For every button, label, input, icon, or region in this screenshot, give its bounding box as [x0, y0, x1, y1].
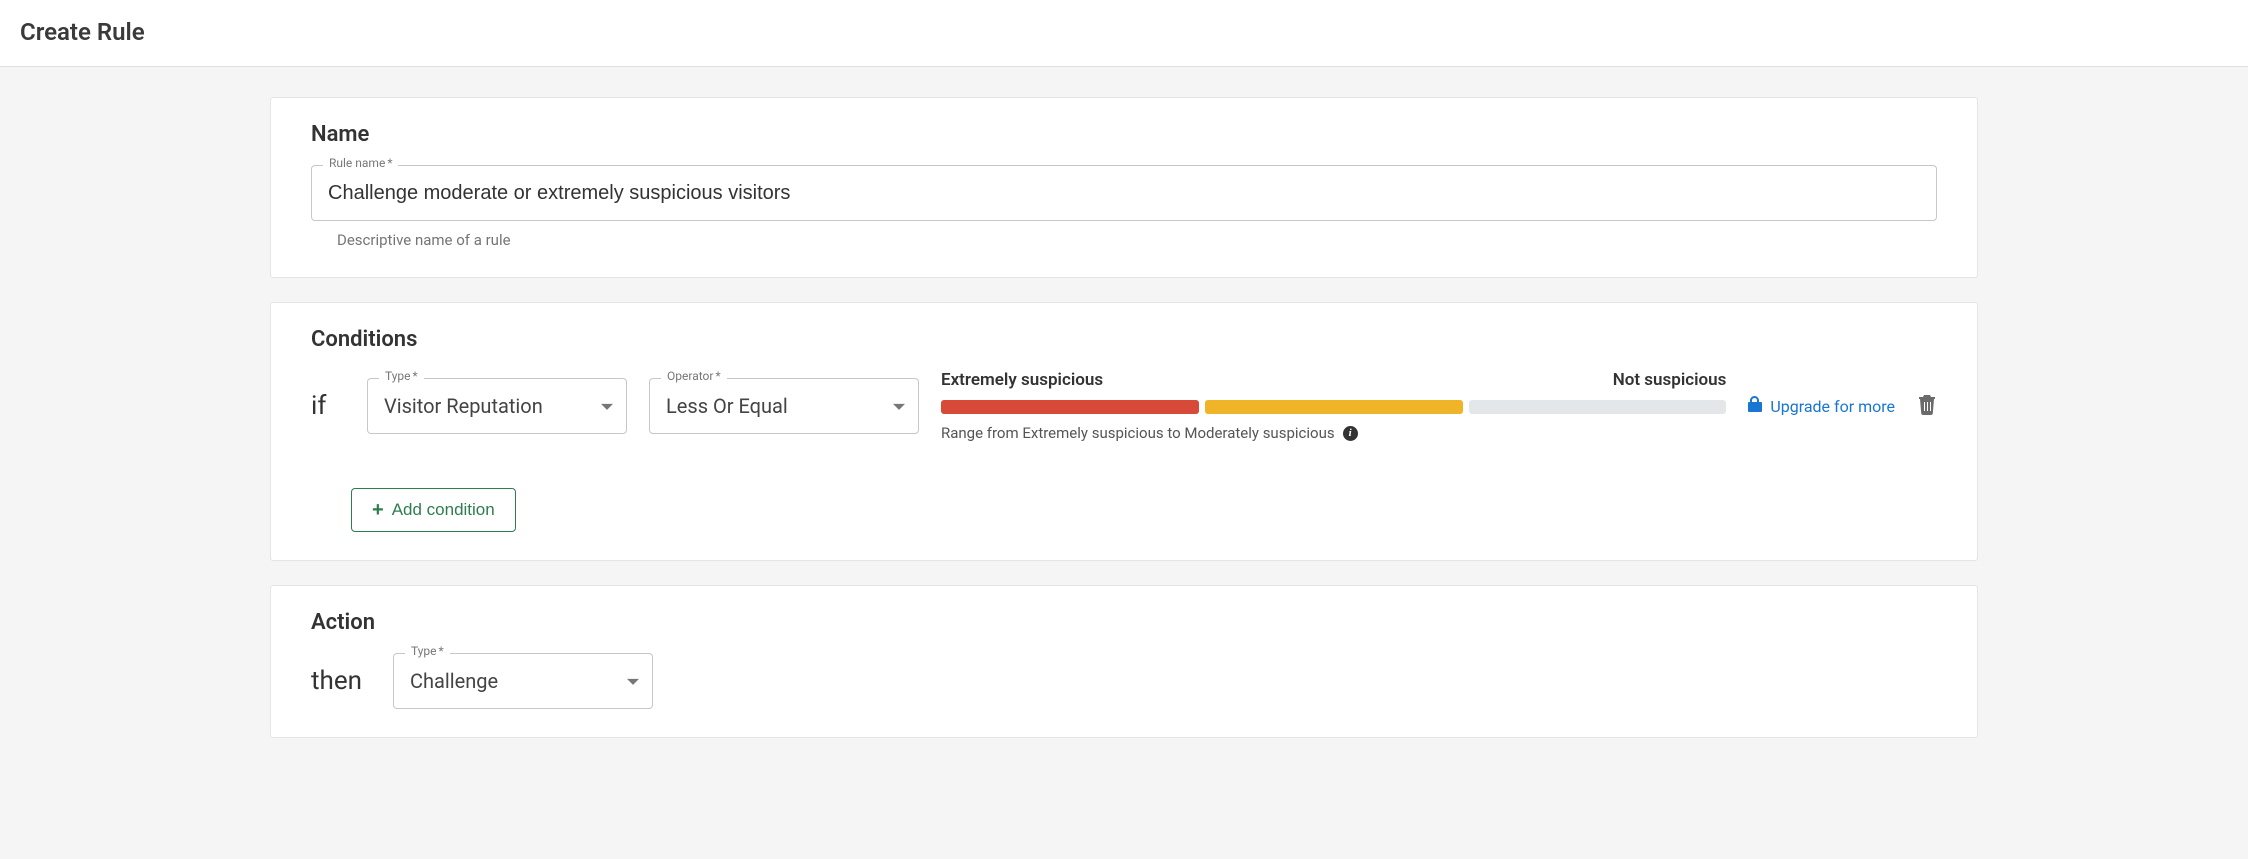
condition-operator-label: Operator*	[661, 369, 727, 383]
reputation-range-slider[interactable]	[941, 400, 1726, 414]
reputation-range-block: Extremely suspicious Not suspicious Rang…	[941, 370, 1726, 442]
conditions-card: Conditions if Type* Visitor Reputation O…	[270, 302, 1978, 561]
rule-name-helper: Descriptive name of a rule	[337, 231, 1937, 249]
action-type-label: Type*	[405, 644, 450, 658]
action-type-select[interactable]: Challenge	[393, 653, 653, 709]
chevron-down-icon	[601, 404, 613, 410]
required-asterisk: *	[413, 369, 418, 383]
condition-operator-select-wrap: Operator* Less Or Equal	[649, 378, 919, 434]
range-caption: Range from Extremely suspicious to Moder…	[941, 424, 1726, 442]
condition-operator-value: Less Or Equal	[666, 394, 788, 418]
plus-icon: +	[372, 500, 384, 520]
range-segment-moderate	[1205, 400, 1463, 414]
action-section-title: Action	[311, 610, 1937, 635]
condition-type-select[interactable]: Visitor Reputation	[367, 378, 627, 434]
content-area: Name Rule name* Descriptive name of a ru…	[0, 67, 2248, 802]
chevron-down-icon	[893, 404, 905, 410]
name-section-title: Name	[311, 122, 1937, 147]
action-card: Action then Type* Challenge	[270, 585, 1978, 738]
range-caption-text: Range from Extremely suspicious to Moder…	[941, 424, 1335, 442]
page-header: Create Rule	[0, 0, 2248, 67]
range-segment-extreme	[941, 400, 1199, 414]
action-type-value: Challenge	[410, 669, 498, 693]
condition-type-select-wrap: Type* Visitor Reputation	[367, 378, 627, 434]
range-segment-notsuspicious	[1469, 400, 1727, 414]
if-keyword: if	[311, 391, 345, 421]
conditions-section-title: Conditions	[311, 327, 1937, 352]
info-icon[interactable]: i	[1343, 426, 1358, 441]
chevron-down-icon	[627, 679, 639, 685]
range-label-left: Extremely suspicious	[941, 370, 1103, 390]
condition-operator-select[interactable]: Less Or Equal	[649, 378, 919, 434]
condition-operator-label-text: Operator	[667, 369, 713, 383]
rule-name-label-text: Rule name	[329, 156, 385, 170]
name-card: Name Rule name* Descriptive name of a ru…	[270, 97, 1978, 278]
delete-condition-button[interactable]	[1917, 393, 1937, 419]
action-row: then Type* Challenge	[311, 653, 1937, 709]
required-asterisk: *	[439, 644, 444, 658]
range-labels: Extremely suspicious Not suspicious	[941, 370, 1726, 390]
rule-name-field-wrap: Rule name*	[311, 165, 1937, 221]
page-title: Create Rule	[20, 18, 2228, 46]
condition-row: if Type* Visitor Reputation Operator* Le…	[311, 370, 1937, 442]
required-asterisk: *	[715, 369, 720, 383]
condition-type-label-text: Type	[385, 369, 411, 383]
action-type-label-text: Type	[411, 644, 437, 658]
range-label-right: Not suspicious	[1613, 370, 1727, 390]
required-asterisk: *	[387, 156, 392, 170]
condition-type-value: Visitor Reputation	[384, 394, 543, 418]
rule-name-label: Rule name*	[323, 156, 398, 170]
action-type-select-wrap: Type* Challenge	[393, 653, 653, 709]
rule-name-input[interactable]	[311, 165, 1937, 221]
add-condition-label: Add condition	[392, 500, 495, 520]
condition-type-label: Type*	[379, 369, 424, 383]
then-keyword: then	[311, 666, 371, 696]
lock-icon	[1748, 396, 1762, 416]
trash-icon	[1917, 393, 1937, 415]
upgrade-block: Upgrade for more	[1748, 396, 1895, 416]
add-condition-button[interactable]: + Add condition	[351, 488, 516, 532]
upgrade-link[interactable]: Upgrade for more	[1770, 397, 1895, 416]
